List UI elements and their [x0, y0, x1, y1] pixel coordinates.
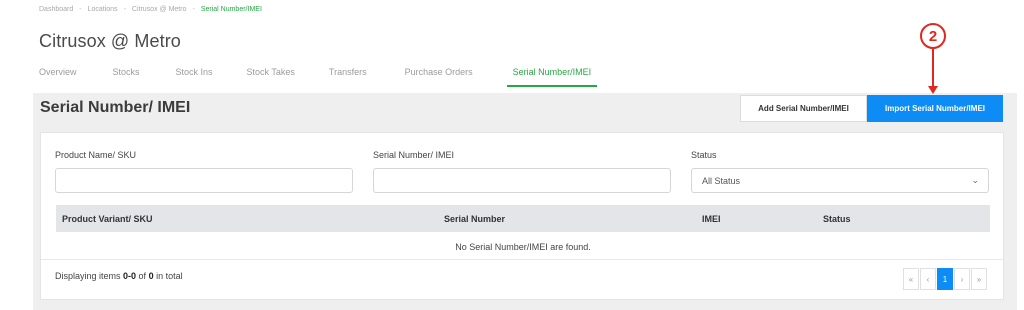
serial-filter-label: Serial Number/ IMEI: [373, 150, 455, 160]
column-status: Status: [823, 214, 851, 224]
tab-serial-number-imei[interactable]: Serial Number/IMEI: [506, 63, 598, 87]
column-product-variant-sku: Product Variant/ SKU: [62, 214, 153, 224]
tab-transfers[interactable]: Transfers: [329, 63, 367, 87]
breadcrumb-locations[interactable]: Locations: [88, 6, 118, 13]
empty-table-message: No Serial Number/IMEI are found.: [455, 242, 591, 252]
tab-stock-ins[interactable]: Stock Ins: [176, 63, 213, 87]
tab-overview[interactable]: Overview: [39, 63, 77, 87]
pagination-summary: Displaying items 0-0 of 0 in total: [55, 271, 183, 281]
footer-divider: [41, 259, 1003, 260]
annotation-arrow-head: [928, 86, 938, 94]
breadcrumb: Dashboard - Locations - Citrusox @ Metro - Ser…: [39, 6, 262, 13]
location-header: Dashboard - Locations - Citrusox @ Metro - Ser…: [33, 0, 1017, 93]
breadcrumb-separator: -: [123, 6, 126, 13]
location-tabs: Overview Stocks Stock Ins Stock Takes Tr…: [33, 63, 598, 87]
serial-number-imei-input[interactable]: [373, 168, 671, 193]
breadcrumb-separator: -: [192, 6, 195, 13]
add-serial-number-button[interactable]: Add Serial Number/IMEI: [740, 95, 867, 122]
breadcrumb-current: Serial Number/IMEI: [200, 6, 262, 13]
summary-range: 0-0: [123, 271, 137, 281]
pagination: « ‹ 1 › »: [902, 268, 987, 290]
summary-prefix: Displaying items: [55, 271, 124, 281]
status-select[interactable]: All Status ⌄: [691, 168, 989, 193]
tab-purchase-orders[interactable]: Purchase Orders: [405, 63, 473, 87]
column-serial-number: Serial Number: [444, 214, 506, 224]
table-header: Product Variant/ SKU Serial Number IMEI …: [56, 205, 990, 232]
tab-stocks[interactable]: Stocks: [113, 63, 140, 87]
summary-of: of: [136, 271, 149, 281]
serial-number-card: Product Name/ SKU Serial Number/ IMEI St…: [40, 132, 1004, 300]
annotation-arrow-line: [932, 49, 934, 89]
column-imei: IMEI: [702, 214, 721, 224]
import-serial-number-button[interactable]: Import Serial Number/IMEI: [867, 95, 1003, 122]
status-selected-value: All Status: [702, 176, 741, 186]
previous-page-button[interactable]: ‹: [920, 268, 936, 290]
next-page-button[interactable]: ›: [954, 268, 970, 290]
breadcrumb-separator: -: [79, 6, 82, 13]
location-title: Citrusox @ Metro: [39, 31, 181, 51]
summary-suffix: in total: [153, 271, 183, 281]
chevron-down-icon: ⌄: [971, 175, 979, 185]
first-page-button[interactable]: «: [903, 268, 919, 290]
product-filter-label: Product Name/ SKU: [55, 150, 137, 160]
page-title: Serial Number/ IMEI: [40, 99, 191, 116]
last-page-button[interactable]: »: [971, 268, 987, 290]
tab-stock-takes[interactable]: Stock Takes: [247, 63, 295, 87]
status-filter-label: Status: [691, 150, 717, 160]
breadcrumb-location[interactable]: Citrusox @ Metro: [132, 6, 187, 13]
annotation-step-marker: 2: [920, 23, 946, 49]
breadcrumb-dashboard[interactable]: Dashboard: [39, 6, 73, 13]
product-name-sku-input[interactable]: [55, 168, 353, 193]
page-1-button[interactable]: 1: [937, 268, 953, 290]
